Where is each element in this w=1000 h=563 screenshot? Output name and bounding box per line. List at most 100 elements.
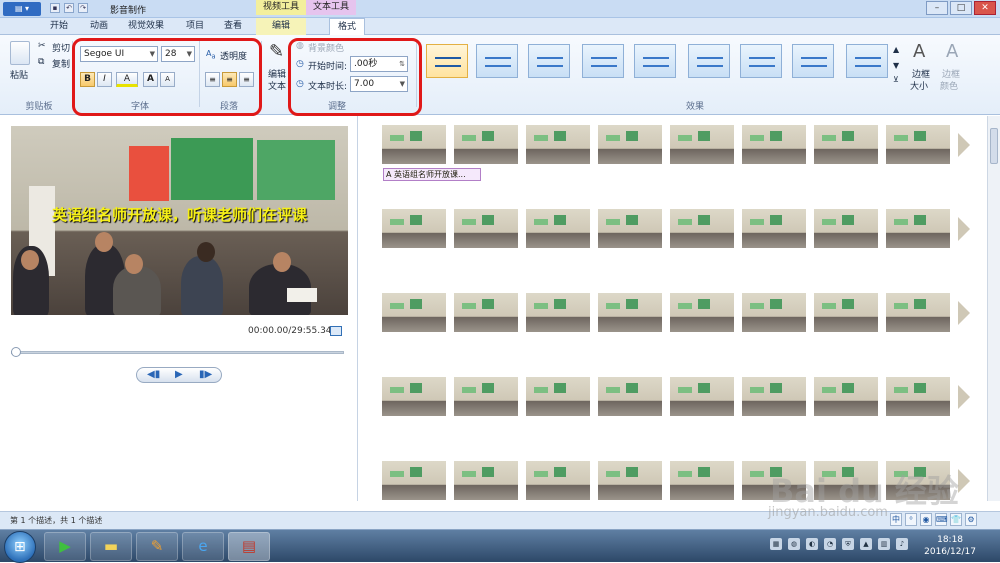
frame-detail xyxy=(462,471,476,477)
fullscreen-icon[interactable] xyxy=(330,326,342,336)
frame-board xyxy=(554,131,566,141)
undo-icon[interactable]: ↶ xyxy=(64,3,74,13)
tab-home[interactable]: 开始 xyxy=(50,20,68,33)
clip-strip[interactable] xyxy=(382,209,970,248)
frame-board xyxy=(626,299,638,309)
tab-edit[interactable]: 编辑 xyxy=(256,18,306,35)
effect-thumbnail[interactable] xyxy=(426,44,468,78)
effect-thumbnail[interactable] xyxy=(634,44,676,78)
effects-gallery-expand-icon[interactable]: ⊻ xyxy=(893,75,899,84)
windows-logo-icon: ⊞ xyxy=(14,539,26,555)
start-button[interactable]: ⊞ xyxy=(4,531,36,563)
clock-date: 2016/12/17 xyxy=(924,547,976,557)
previous-frame-icon[interactable]: ◀▮ xyxy=(147,369,160,380)
tray-app-icon[interactable]: ◐ xyxy=(806,538,818,550)
shield-icon[interactable]: ⛨ xyxy=(842,538,854,550)
effect-preview-icon xyxy=(435,57,461,67)
show-hidden-icons-icon[interactable]: ▲ xyxy=(860,538,872,550)
clip-frame xyxy=(742,125,806,164)
effect-thumbnail[interactable] xyxy=(846,44,888,78)
effect-thumbnail[interactable] xyxy=(528,44,570,78)
clip-frame xyxy=(382,293,446,332)
storyboard-scrollbar[interactable] xyxy=(987,116,1000,501)
effects-scroll-down-icon[interactable]: ▼ xyxy=(893,61,899,70)
tab-project[interactable]: 项目 xyxy=(186,20,204,33)
frame-detail xyxy=(462,387,476,393)
effects-scroll-up-icon[interactable]: ▲ xyxy=(893,45,899,54)
effect-thumbnail[interactable] xyxy=(582,44,624,78)
border-size-button-line2[interactable]: 大小 xyxy=(910,79,928,92)
media-player-icon[interactable]: ▶ xyxy=(44,532,86,561)
frame-detail xyxy=(534,387,548,393)
clip-frame xyxy=(742,377,806,416)
clip-frame xyxy=(670,209,734,248)
maximize-button[interactable]: □ xyxy=(950,1,972,15)
movie-maker-icon[interactable]: ▤ xyxy=(228,532,270,561)
effect-preview-icon xyxy=(697,57,723,67)
cut-button[interactable]: 剪切 xyxy=(52,41,70,54)
effect-thumbnail[interactable] xyxy=(792,44,834,78)
frame-detail xyxy=(390,135,404,141)
effect-thumbnail[interactable] xyxy=(688,44,730,78)
clip-frame xyxy=(526,125,590,164)
next-frame-icon[interactable]: ▮▶ xyxy=(199,369,212,380)
redo-icon[interactable]: ↷ xyxy=(78,3,88,13)
frame-detail xyxy=(462,303,476,309)
frame-board xyxy=(842,131,854,141)
volume-icon[interactable]: ♪ xyxy=(896,538,908,550)
frame-detail xyxy=(750,387,764,393)
internet-explorer-icon[interactable]: e xyxy=(182,532,224,561)
clip-frame xyxy=(886,377,950,416)
tab-visual-effects[interactable]: 视觉效果 xyxy=(128,20,164,33)
clipboard-group-label: 剪贴板 xyxy=(25,102,53,112)
clip-strip[interactable] xyxy=(382,377,970,416)
border-color-icon[interactable]: A xyxy=(946,41,958,62)
tray-app-icon[interactable]: ◔ xyxy=(824,538,836,550)
app-menu-button[interactable]: ▤ ▾ xyxy=(3,2,41,16)
paint-icon[interactable]: ✎ xyxy=(136,532,178,561)
scissors-icon[interactable]: ✂ xyxy=(38,41,46,51)
tab-format[interactable]: 格式 xyxy=(329,18,366,36)
tray-app-icon[interactable]: ▦ xyxy=(770,538,782,550)
tab-animations[interactable]: 动画 xyxy=(90,20,108,33)
border-size-icon[interactable]: A xyxy=(913,41,925,62)
frame-detail xyxy=(822,387,836,393)
save-icon[interactable]: ▪ xyxy=(50,3,60,13)
paste-button[interactable]: 粘贴 xyxy=(10,68,28,81)
seek-handle[interactable] xyxy=(11,347,21,357)
clip-strip[interactable] xyxy=(382,125,970,164)
close-button[interactable]: ✕ xyxy=(974,1,996,15)
video-preview[interactable]: 英语组名师开放课，听课老师们在评课 xyxy=(11,126,348,315)
text-clip-label[interactable]: A 英语组名师开放课... xyxy=(383,168,481,181)
tray-app-icon[interactable]: ◍ xyxy=(788,538,800,550)
clock[interactable]: 18:18 2016/12/17 xyxy=(924,534,976,558)
frame-detail xyxy=(606,303,620,309)
seek-bar[interactable] xyxy=(11,351,344,354)
frame-board xyxy=(554,215,566,225)
scrollbar-thumb[interactable] xyxy=(990,128,998,164)
frame-board xyxy=(842,215,854,225)
frame-board xyxy=(626,215,638,225)
frame-detail xyxy=(534,135,548,141)
effect-thumbnail[interactable] xyxy=(740,44,782,78)
frame-board xyxy=(482,383,494,393)
effect-thumbnail[interactable] xyxy=(476,44,518,78)
copy-icon[interactable]: ⧉ xyxy=(38,57,44,67)
minimize-button[interactable]: – xyxy=(926,1,948,15)
edit-text-button-line2[interactable]: 文本 xyxy=(268,79,286,92)
clip-frame xyxy=(598,377,662,416)
border-color-button-line2[interactable]: 颜色 xyxy=(940,79,958,92)
frame-detail xyxy=(390,387,404,393)
clip-strip[interactable] xyxy=(382,293,970,332)
play-icon[interactable]: ▶ xyxy=(175,369,183,380)
tab-view[interactable]: 查看 xyxy=(224,20,242,33)
frame-detail xyxy=(750,219,764,225)
file-explorer-icon[interactable]: ▬ xyxy=(90,532,132,561)
network-icon[interactable]: ▥ xyxy=(878,538,890,550)
edit-text-icon[interactable]: ✎ xyxy=(269,41,284,62)
clip-frame xyxy=(454,209,518,248)
paste-icon[interactable] xyxy=(10,41,30,65)
clip-frame xyxy=(382,377,446,416)
copy-button[interactable]: 复制 xyxy=(52,57,70,70)
frame-detail xyxy=(894,219,908,225)
